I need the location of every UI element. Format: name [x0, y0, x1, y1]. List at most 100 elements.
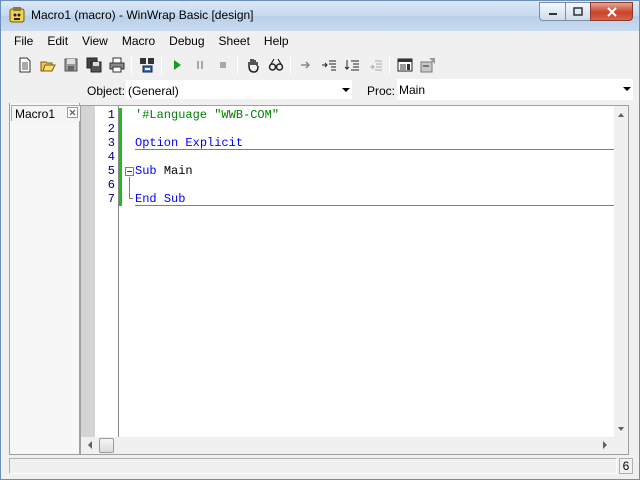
close-icon[interactable]: [67, 107, 78, 118]
save-icon: [64, 58, 77, 72]
keyword: Sub: [135, 164, 157, 178]
scroll-up-icon[interactable]: [614, 108, 628, 122]
step-out-button[interactable]: [340, 54, 363, 76]
hand-button[interactable]: [241, 54, 264, 76]
references-icon: [139, 58, 154, 73]
maximize-icon: [573, 7, 583, 16]
save-all-icon: [86, 57, 101, 73]
menu-edit[interactable]: Edit: [40, 31, 75, 51]
status-line-indicator: 6: [619, 458, 633, 474]
code-editor[interactable]: 1 2 3 4 5 6 7 '#Language "WWB-COM" Optio…: [80, 105, 629, 455]
save-button[interactable]: [59, 54, 82, 76]
toolbar-separator: [237, 56, 238, 74]
stop-icon: [219, 62, 226, 68]
menu-bar: File Edit View Macro Debug Sheet Help: [7, 31, 633, 51]
pause-icon: [196, 61, 203, 69]
winwrap-app-icon: [9, 7, 25, 23]
dialog-editor-icon: [397, 58, 412, 72]
vertical-scrollbar[interactable]: [614, 106, 628, 438]
keyword: Sub: [163, 192, 186, 206]
status-message: [9, 458, 617, 474]
line-number: 4: [107, 150, 115, 164]
scroll-down-icon[interactable]: [614, 422, 628, 436]
code-line-option: Option Explicit: [135, 136, 243, 150]
object-proc-bar: Object: (General) Proc: Main: [7, 79, 633, 101]
close-button[interactable]: [590, 2, 633, 21]
macro-tab-panel: [9, 103, 80, 455]
change-indicator-bar: [119, 108, 122, 206]
procedure-separator: [135, 149, 615, 150]
print-button[interactable]: [105, 54, 128, 76]
chevron-down-icon: [623, 87, 631, 91]
keyword: End: [135, 192, 157, 206]
quick-watch-button[interactable]: [264, 54, 287, 76]
window-controls: [539, 2, 633, 21]
scroll-left-icon[interactable]: [83, 437, 97, 453]
step-out-icon: [344, 60, 359, 71]
new-button[interactable]: [13, 54, 36, 76]
line-number: 5: [107, 164, 115, 178]
procedure-name: Main: [163, 164, 193, 178]
menu-help[interactable]: Help: [257, 31, 296, 51]
chevron-down-icon: [342, 88, 350, 92]
object-dropdown[interactable]: (General): [125, 79, 353, 100]
line-number: 3: [107, 136, 115, 150]
app-window: Macro1 (macro) - WinWrap Basic [design] …: [0, 0, 640, 480]
menu-sheet[interactable]: Sheet: [212, 31, 257, 51]
fold-line-end: [129, 198, 133, 199]
horizontal-scrollbar[interactable]: [81, 437, 628, 454]
procedure-separator: [135, 205, 615, 206]
new-icon: [19, 57, 30, 73]
references-button[interactable]: [135, 54, 158, 76]
open-button[interactable]: [36, 54, 59, 76]
step-over-icon: [321, 60, 336, 71]
title-bar[interactable]: Macro1 (macro) - WinWrap Basic [design]: [1, 1, 639, 31]
line-number: 7: [107, 192, 115, 206]
toolbar-separator: [389, 56, 390, 74]
proc-dropdown[interactable]: Main: [397, 79, 633, 100]
dialog-editor-button[interactable]: [393, 54, 416, 76]
open-icon: [40, 61, 56, 72]
horizontal-scroll-thumb[interactable]: [99, 438, 114, 453]
step-into-button[interactable]: [294, 54, 317, 76]
step-to-cursor-button[interactable]: [363, 54, 386, 76]
status-bar: 6: [7, 457, 633, 475]
line-number: 1: [107, 108, 115, 122]
scroll-right-icon[interactable]: [598, 437, 612, 453]
step-to-cursor-icon: [369, 60, 382, 71]
pause-button[interactable]: [188, 54, 211, 76]
tab-macro1[interactable]: Macro1: [11, 105, 81, 121]
code-line-comment: '#Language "WWB-COM": [135, 108, 280, 122]
proc-dropdown-value: Main: [399, 83, 426, 97]
quick-watch-icon: [268, 58, 283, 71]
hand-icon: [247, 59, 259, 73]
step-over-button[interactable]: [317, 54, 340, 76]
fold-collapse-icon[interactable]: [125, 167, 134, 176]
proc-label: Proc:: [367, 84, 396, 98]
maximize-button[interactable]: [565, 2, 590, 21]
keyword: Option: [135, 136, 179, 150]
save-all-button[interactable]: [82, 54, 105, 76]
menu-file[interactable]: File: [7, 31, 40, 51]
object-dropdown-value: (General): [128, 84, 179, 98]
minimize-button[interactable]: [539, 2, 565, 21]
tab-label: Macro1: [15, 107, 56, 121]
code-line-sub: Sub Main: [135, 164, 193, 178]
breakpoint-gutter[interactable]: [81, 106, 95, 438]
line-number: 2: [107, 122, 115, 136]
fold-line: [129, 177, 130, 198]
menu-view[interactable]: View: [75, 31, 115, 51]
code-area[interactable]: '#Language "WWB-COM" Option Explicit Sub…: [123, 106, 615, 438]
run-button[interactable]: [165, 54, 188, 76]
line-number: 6: [107, 178, 115, 192]
properties-button[interactable]: [416, 54, 439, 76]
stop-button[interactable]: [211, 54, 234, 76]
menu-debug[interactable]: Debug: [162, 31, 211, 51]
step-into-icon: [300, 61, 310, 69]
line-number-gutter: 1 2 3 4 5 6 7: [95, 106, 119, 438]
keyword: Explicit: [185, 136, 244, 150]
toolbar-separator: [131, 56, 132, 74]
toolbar-separator: [290, 56, 291, 74]
properties-icon: [420, 58, 435, 73]
menu-macro[interactable]: Macro: [115, 31, 162, 51]
